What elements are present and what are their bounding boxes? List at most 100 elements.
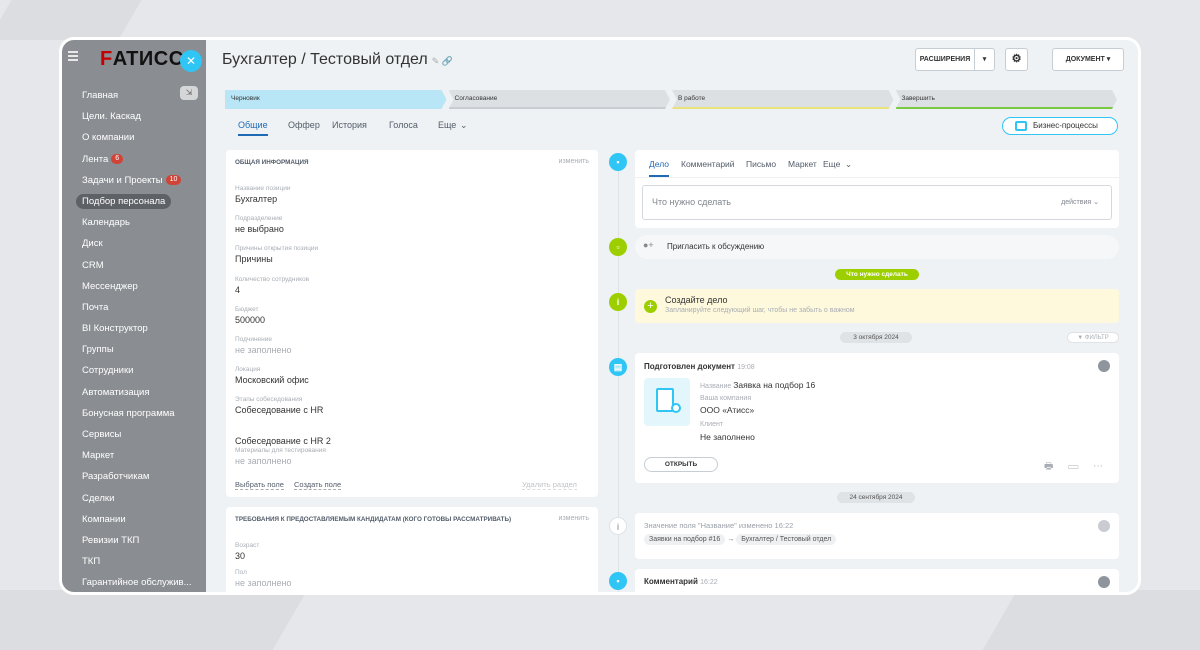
sidebar-item[interactable]: CRM — [62, 255, 206, 276]
sidebar-item[interactable]: Сервисы — [62, 424, 206, 445]
field-value[interactable]: 500000 — [235, 315, 265, 325]
doc-action-icons[interactable]: 🖶 ▭ ⋯ — [1044, 459, 1109, 476]
edit-link[interactable]: изменить — [559, 515, 589, 522]
select-field-link[interactable]: Выбрать поле — [235, 480, 284, 490]
sidebar-item[interactable]: Главная — [62, 85, 206, 106]
plus-icon: + — [644, 300, 657, 313]
sidebar-item[interactable]: Подбор персонала — [62, 191, 206, 212]
tab[interactable]: Оффер — [288, 120, 320, 130]
sidebar-item[interactable]: Бонусная программа — [62, 403, 206, 424]
field-value[interactable]: Бухгалтер — [235, 194, 291, 204]
change-card: Значение поля "Название" изменено 16:22 … — [635, 513, 1119, 559]
sidebar-item[interactable]: Почта — [62, 297, 206, 318]
doc-client-value: Не заполнено — [700, 432, 755, 442]
sidebar-item[interactable]: Разработчикам — [62, 466, 206, 487]
sidebar-item[interactable]: О компании — [62, 127, 206, 148]
field-label: Бюджет — [235, 305, 259, 313]
field-value[interactable]: 30 — [235, 551, 259, 561]
sidebar-item-label: Календарь — [82, 217, 130, 229]
activity-tab[interactable]: Письмо — [746, 159, 776, 169]
logo[interactable]: FATИСС — [100, 48, 184, 71]
sidebar-item[interactable]: Компании — [62, 509, 206, 530]
field-value[interactable]: Собеседование с HR — [235, 405, 323, 415]
tab[interactable]: Голоса — [389, 120, 418, 130]
business-processes-button[interactable]: Бизнес-процессы — [1002, 117, 1118, 135]
sidebar-item[interactable]: ТКП — [62, 551, 206, 572]
activity-tab[interactable]: Дело — [649, 159, 669, 177]
business-process-icon — [1015, 121, 1027, 131]
actions-dropdown[interactable]: действия ⌄ — [1061, 198, 1099, 206]
change-title: Значение поля "Название" изменено 16:22 — [644, 521, 794, 530]
document-preview-icon[interactable] — [644, 378, 690, 426]
sidebar-item-label: Цели. Каскад — [82, 111, 141, 123]
chevron-down-icon[interactable]: ⌄ — [845, 159, 852, 170]
field-value[interactable]: 4 — [235, 285, 309, 295]
sidebar-item-label: Мессенджер — [82, 280, 138, 292]
chevron-down-icon[interactable]: ▾ — [974, 49, 994, 70]
sidebar-item[interactable]: Сотрудники — [62, 360, 206, 381]
sidebar-item-label: Задачи и Проекты — [82, 174, 163, 186]
activity-tabs: Дело Комментарий Письмо Маркет Еще ⌄ — [649, 159, 1109, 179]
avatar[interactable] — [1098, 576, 1110, 588]
stage-bar: Черновик Согласование В работе Завершить — [225, 90, 1119, 110]
document-button[interactable]: ДОКУМЕНТ ▾ — [1052, 48, 1124, 71]
sidebar-item[interactable]: Цели. Каскад — [62, 106, 206, 127]
todo-input[interactable]: Что нужно сделать действия ⌄ — [642, 185, 1112, 220]
sidebar-item[interactable]: Календарь — [62, 212, 206, 233]
sidebar-item[interactable]: Маркет — [62, 445, 206, 466]
sidebar-item[interactable]: Ревизии ТКП — [62, 530, 206, 551]
chevron-down-icon[interactable]: ⌄ — [460, 120, 468, 131]
stage-step[interactable]: Завершить — [896, 90, 1118, 109]
close-icon[interactable]: ✕ — [180, 50, 202, 72]
stage-step[interactable]: Согласование — [449, 90, 671, 109]
field: Причины открытия позиции Причины — [235, 245, 318, 264]
field-value[interactable]: не заполнено — [235, 456, 326, 466]
sidebar-item-label: Автоматизация — [82, 386, 150, 398]
tab[interactable]: Общие — [238, 120, 268, 136]
tab[interactable]: Еще — [438, 120, 456, 130]
sidebar-item[interactable]: Мессенджер — [62, 276, 206, 297]
menu-icon[interactable] — [68, 51, 78, 63]
tab[interactable]: История — [332, 120, 367, 130]
invite-row[interactable]: ●+ Пригласить к обсуждению — [635, 235, 1119, 259]
sidebar-item[interactable]: Задачи и Проекты 10 — [62, 170, 206, 191]
filter-button[interactable]: ▼ ФИЛЬТР — [1067, 332, 1119, 343]
edit-link[interactable]: изменить — [559, 158, 589, 165]
sidebar-item[interactable]: Автоматизация — [62, 382, 206, 403]
gear-icon[interactable]: ⚙ — [1005, 48, 1028, 71]
sidebar: FATИСС ✕ ⇲ Главная Цели. Каскад О компании… — [62, 40, 206, 592]
field: Материалы для тестирования не заполнено — [235, 447, 326, 466]
sidebar-item[interactable]: Гарантийное обслужив... — [62, 572, 206, 592]
activity-tab[interactable]: Еще — [823, 159, 840, 169]
card-title: ТРЕБОВАНИЯ К ПРЕДОСТАВЛЯЕМЫМ КАНДИДАТАМ … — [235, 516, 512, 523]
field-value[interactable]: Собеседование с HR 2 — [235, 436, 331, 446]
activity-tab[interactable]: Маркет — [788, 159, 817, 169]
sidebar-item[interactable]: Группы — [62, 339, 206, 360]
field-value[interactable]: не заполнено — [235, 345, 292, 355]
create-field-link[interactable]: Создать поле — [294, 480, 342, 490]
stage-step[interactable]: Черновик — [225, 90, 447, 109]
comment-icon: ▪ — [609, 572, 627, 590]
field: Название позиции Бухгалтер — [235, 185, 291, 204]
extensions-button[interactable]: РАСШИРЕНИЯ ▾ — [915, 48, 995, 71]
sidebar-item-label: BI Конструктор — [82, 323, 148, 335]
field-value[interactable]: не выбрано — [235, 224, 284, 234]
sidebar-item[interactable]: BI Конструктор — [62, 318, 206, 339]
requirements-card: ТРЕБОВАНИЯ К ПРЕДОСТАВЛЯЕМЫМ КАНДИДАТАМ … — [226, 507, 598, 592]
field-value[interactable]: не заполнено — [235, 578, 292, 588]
sidebar-item[interactable]: Лента 6 — [62, 149, 206, 170]
field-value[interactable]: Причины — [235, 254, 318, 264]
avatar[interactable] — [1098, 520, 1110, 532]
create-task-card[interactable]: + Создайте дело Запланируйте следующий ш… — [635, 289, 1119, 323]
sidebar-item-label: Ревизии ТКП — [82, 534, 140, 546]
avatar[interactable] — [1098, 360, 1110, 372]
delete-section-link[interactable]: Удалить раздел — [522, 480, 577, 490]
field-value[interactable]: Московский офис — [235, 375, 309, 385]
stage-step[interactable]: В работе — [672, 90, 894, 109]
edit-title-icon[interactable]: ✎ 🔗 — [432, 56, 453, 66]
create-task-subtitle: Запланируйте следующий шаг, чтобы не заб… — [665, 307, 855, 314]
sidebar-item[interactable]: Сделки — [62, 488, 206, 509]
open-button[interactable]: ОТКРЫТЬ — [644, 457, 718, 472]
activity-tab[interactable]: Комментарий — [681, 159, 735, 169]
sidebar-item[interactable]: Диск — [62, 233, 206, 254]
